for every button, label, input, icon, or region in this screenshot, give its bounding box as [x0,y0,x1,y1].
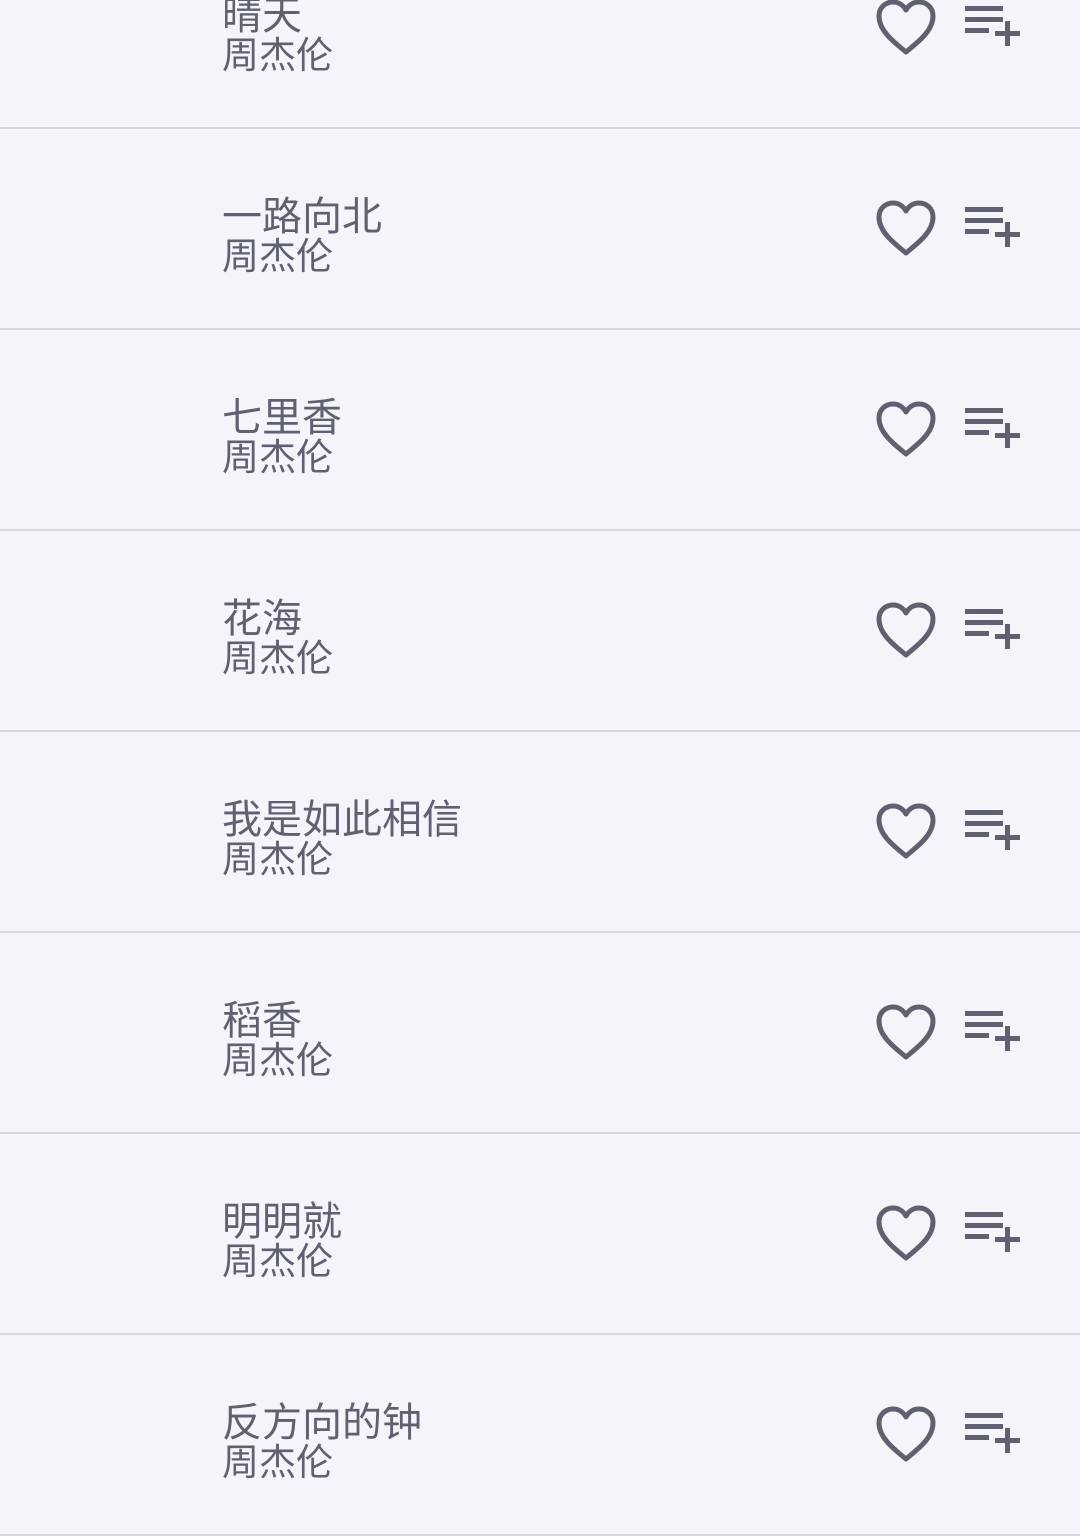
song-title: 明明就 [222,1199,342,1245]
song-title: 一路向北 [222,194,382,240]
song-artist: 周杰伦 [222,436,333,479]
playlist-add-icon[interactable] [962,1007,1022,1059]
song-artist: 周杰伦 [222,235,333,278]
heart-icon[interactable] [874,0,938,58]
song-artist: 周杰伦 [222,1441,333,1484]
playlist-add-icon[interactable] [962,1409,1022,1461]
song-row[interactable]: 我是如此相信 周杰伦 [0,732,1080,933]
playlist-add-icon[interactable] [962,2,1022,54]
playlist-add-icon[interactable] [962,404,1022,456]
song-title: 稻香 [222,998,302,1044]
song-artist: 周杰伦 [222,1039,333,1082]
song-row[interactable]: 稻香 周杰伦 [0,933,1080,1134]
heart-icon[interactable] [874,601,938,661]
song-artist: 周杰伦 [222,1240,333,1283]
heart-icon[interactable] [874,400,938,460]
song-title: 花海 [222,596,302,642]
song-row[interactable]: 一路向北 周杰伦 [0,129,1080,330]
song-list: 晴天 周杰伦 一路向北 周杰伦 七里香 周杰伦 花海 周杰伦 我是如此相信 周杰… [0,0,1080,1536]
song-row[interactable]: 反方向的钟 周杰伦 [0,1335,1080,1536]
heart-icon[interactable] [874,802,938,862]
song-artist: 周杰伦 [222,637,333,680]
song-title: 晴天 [222,0,302,39]
song-artist: 周杰伦 [222,34,333,77]
song-row[interactable]: 明明就 周杰伦 [0,1134,1080,1335]
song-artist: 周杰伦 [222,838,333,881]
song-title: 我是如此相信 [222,797,462,843]
song-row[interactable]: 七里香 周杰伦 [0,330,1080,531]
heart-icon[interactable] [874,1003,938,1063]
playlist-add-icon[interactable] [962,1208,1022,1260]
heart-icon[interactable] [874,1204,938,1264]
playlist-add-icon[interactable] [962,605,1022,657]
heart-icon[interactable] [874,199,938,259]
playlist-add-icon[interactable] [962,203,1022,255]
song-title: 反方向的钟 [222,1400,422,1446]
heart-icon[interactable] [874,1405,938,1465]
song-row[interactable]: 花海 周杰伦 [0,531,1080,732]
song-row[interactable]: 晴天 周杰伦 [0,0,1080,129]
playlist-add-icon[interactable] [962,806,1022,858]
song-title: 七里香 [222,395,342,441]
